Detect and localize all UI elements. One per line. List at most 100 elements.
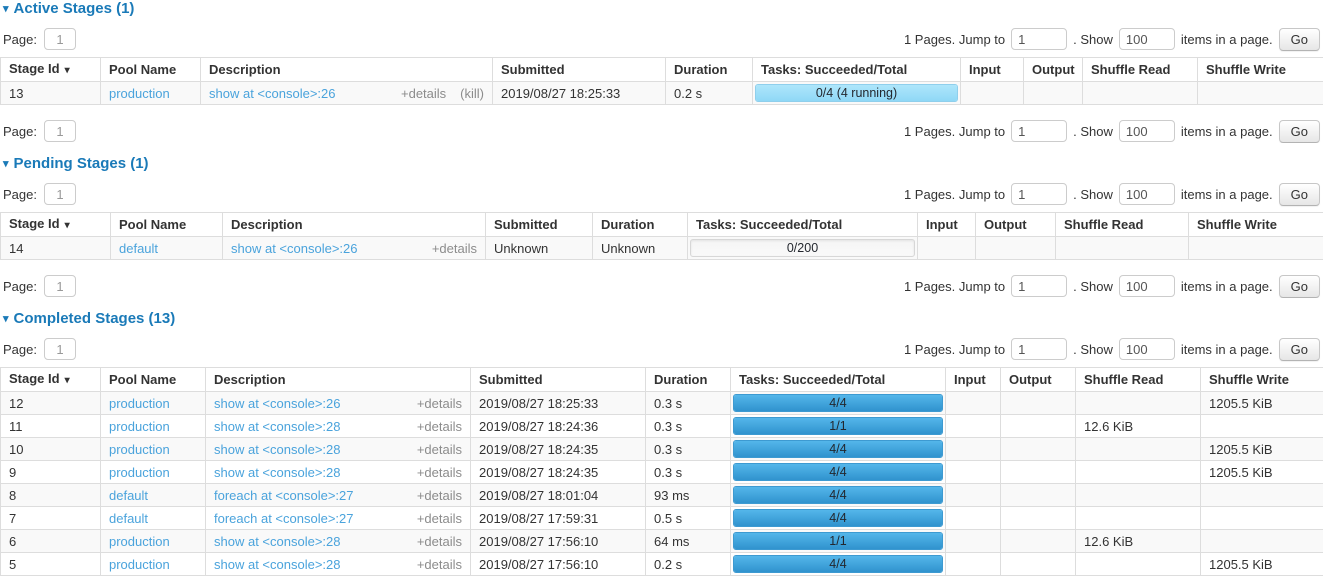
col-header-duration[interactable]: Duration (666, 58, 753, 82)
description-cell: show at <console>:28 +details (206, 461, 471, 484)
col-header-shuffle-read[interactable]: Shuffle Read (1056, 213, 1189, 237)
task-progress-bar: 4/4 (733, 486, 943, 504)
col-header-tasks[interactable]: Tasks: Succeeded/Total (753, 58, 961, 82)
description-link[interactable]: foreach at <console>:27 (214, 488, 354, 503)
details-toggle[interactable]: +details (417, 465, 462, 480)
col-header-tasks[interactable]: Tasks: Succeeded/Total (731, 368, 946, 392)
col-header-output[interactable]: Output (1024, 58, 1083, 82)
section-title-completed[interactable]: ▾Completed Stages (13) (0, 311, 1323, 327)
pool-name-link[interactable]: production (109, 86, 170, 101)
col-header-input[interactable]: Input (946, 368, 1001, 392)
pagination-bar: Page:1 Pages. Jump to. Showitems in a pa… (0, 274, 1323, 298)
col-header-input[interactable]: Input (918, 213, 976, 237)
pool-name-link[interactable]: production (109, 396, 170, 411)
col-header-stage-id[interactable]: Stage Id▾ (1, 58, 101, 82)
details-toggle[interactable]: +details (401, 86, 446, 101)
col-header-submitted[interactable]: Submitted (493, 58, 666, 82)
pool-name-link[interactable]: production (109, 465, 170, 480)
col-header-description[interactable]: Description (223, 213, 486, 237)
page-number-input[interactable] (44, 120, 76, 142)
go-button[interactable]: Go (1279, 183, 1320, 206)
kill-link[interactable]: (kill) (460, 86, 484, 101)
col-header-shuffle-write[interactable]: Shuffle Write (1201, 368, 1323, 392)
page-number-input[interactable] (44, 183, 76, 205)
pool-name-link[interactable]: production (109, 557, 170, 572)
col-header-output[interactable]: Output (1001, 368, 1076, 392)
col-header-input[interactable]: Input (961, 58, 1024, 82)
details-toggle[interactable]: +details (417, 419, 462, 434)
description-link[interactable]: show at <console>:28 (214, 419, 340, 434)
submitted-cell: 2019/08/27 17:56:10 (471, 530, 646, 553)
col-header-duration[interactable]: Duration (646, 368, 731, 392)
pool-name-link[interactable]: default (109, 511, 148, 526)
col-header-pool-name[interactable]: Pool Name (101, 368, 206, 392)
details-toggle[interactable]: +details (417, 534, 462, 549)
page-size-input[interactable] (1119, 275, 1175, 297)
col-header-stage-id[interactable]: Stage Id▾ (1, 213, 111, 237)
go-button[interactable]: Go (1279, 120, 1320, 143)
details-toggle[interactable]: +details (417, 488, 462, 503)
details-toggle[interactable]: +details (417, 442, 462, 457)
col-header-description[interactable]: Description (206, 368, 471, 392)
description-link[interactable]: show at <console>:28 (214, 557, 340, 572)
go-button[interactable]: Go (1279, 275, 1320, 298)
col-header-duration[interactable]: Duration (593, 213, 688, 237)
description-link[interactable]: show at <console>:28 (214, 465, 340, 480)
pool-name-link[interactable]: production (109, 419, 170, 434)
submitted-cell-text: 2019/08/27 18:24:35 (479, 465, 598, 480)
page-number-input[interactable] (44, 28, 76, 50)
page-size-input[interactable] (1119, 120, 1175, 142)
description-link[interactable]: show at <console>:28 (214, 534, 340, 549)
details-toggle[interactable]: +details (417, 396, 462, 411)
page-size-input[interactable] (1119, 183, 1175, 205)
jump-to-page-input[interactable] (1011, 120, 1067, 142)
col-header-shuffle-write[interactable]: Shuffle Write (1189, 213, 1323, 237)
col-header-shuffle-write[interactable]: Shuffle Write (1198, 58, 1323, 82)
details-toggle[interactable]: +details (417, 511, 462, 526)
col-header-stage-id[interactable]: Stage Id▾ (1, 368, 101, 392)
pagination-right: 1 Pages. Jump to. Showitems in a page.Go (904, 183, 1320, 206)
description-link[interactable]: foreach at <console>:27 (214, 511, 354, 526)
col-header-label: Tasks: Succeeded/Total (696, 217, 842, 232)
go-button[interactable]: Go (1279, 338, 1320, 361)
tasks-cell: 1/1 (731, 530, 946, 553)
col-header-tasks[interactable]: Tasks: Succeeded/Total (688, 213, 918, 237)
description-link[interactable]: show at <console>:26 (214, 396, 340, 411)
duration-cell-text: 0.2 s (674, 86, 702, 101)
col-header-shuffle-read[interactable]: Shuffle Read (1083, 58, 1198, 82)
pool-name-link[interactable]: default (109, 488, 148, 503)
col-header-shuffle-read[interactable]: Shuffle Read (1076, 368, 1201, 392)
submitted-cell: 2019/08/27 18:24:35 (471, 438, 646, 461)
page-size-input[interactable] (1119, 338, 1175, 360)
col-header-description[interactable]: Description (201, 58, 493, 82)
pool-name-link[interactable]: production (109, 442, 170, 457)
section-title-pending[interactable]: ▾Pending Stages (1) (0, 156, 1323, 172)
completed-stages-table: Stage Id▾Pool NameDescriptionSubmittedDu… (0, 367, 1323, 576)
page-size-input[interactable] (1119, 28, 1175, 50)
details-toggle[interactable]: +details (432, 241, 477, 256)
section-title-active[interactable]: ▾Active Stages (1) (0, 1, 1323, 17)
go-button[interactable]: Go (1279, 28, 1320, 51)
col-header-pool-name[interactable]: Pool Name (111, 213, 223, 237)
description-link[interactable]: show at <console>:26 (231, 241, 357, 256)
col-header-submitted[interactable]: Submitted (486, 213, 593, 237)
pagination-bar: Page:1 Pages. Jump to. Showitems in a pa… (0, 337, 1323, 361)
pool-name-link[interactable]: production (109, 534, 170, 549)
description-link[interactable]: show at <console>:28 (214, 442, 340, 457)
description-link[interactable]: show at <console>:26 (209, 86, 335, 101)
page-number-input[interactable] (44, 275, 76, 297)
col-header-output[interactable]: Output (976, 213, 1056, 237)
duration-cell: Unknown (593, 237, 688, 260)
details-toggle[interactable]: +details (417, 557, 462, 572)
col-header-submitted[interactable]: Submitted (471, 368, 646, 392)
tasks-cell: 4/4 (731, 461, 946, 484)
pool-name-link[interactable]: default (119, 241, 158, 256)
jump-to-page-input[interactable] (1011, 338, 1067, 360)
jump-to-page-input[interactable] (1011, 28, 1067, 50)
col-header-pool-name[interactable]: Pool Name (101, 58, 201, 82)
jump-to-page-input[interactable] (1011, 183, 1067, 205)
jump-to-page-input[interactable] (1011, 275, 1067, 297)
page-number-input[interactable] (44, 338, 76, 360)
tasks-cell: 0/200 (688, 237, 918, 260)
input-cell (946, 461, 1001, 484)
